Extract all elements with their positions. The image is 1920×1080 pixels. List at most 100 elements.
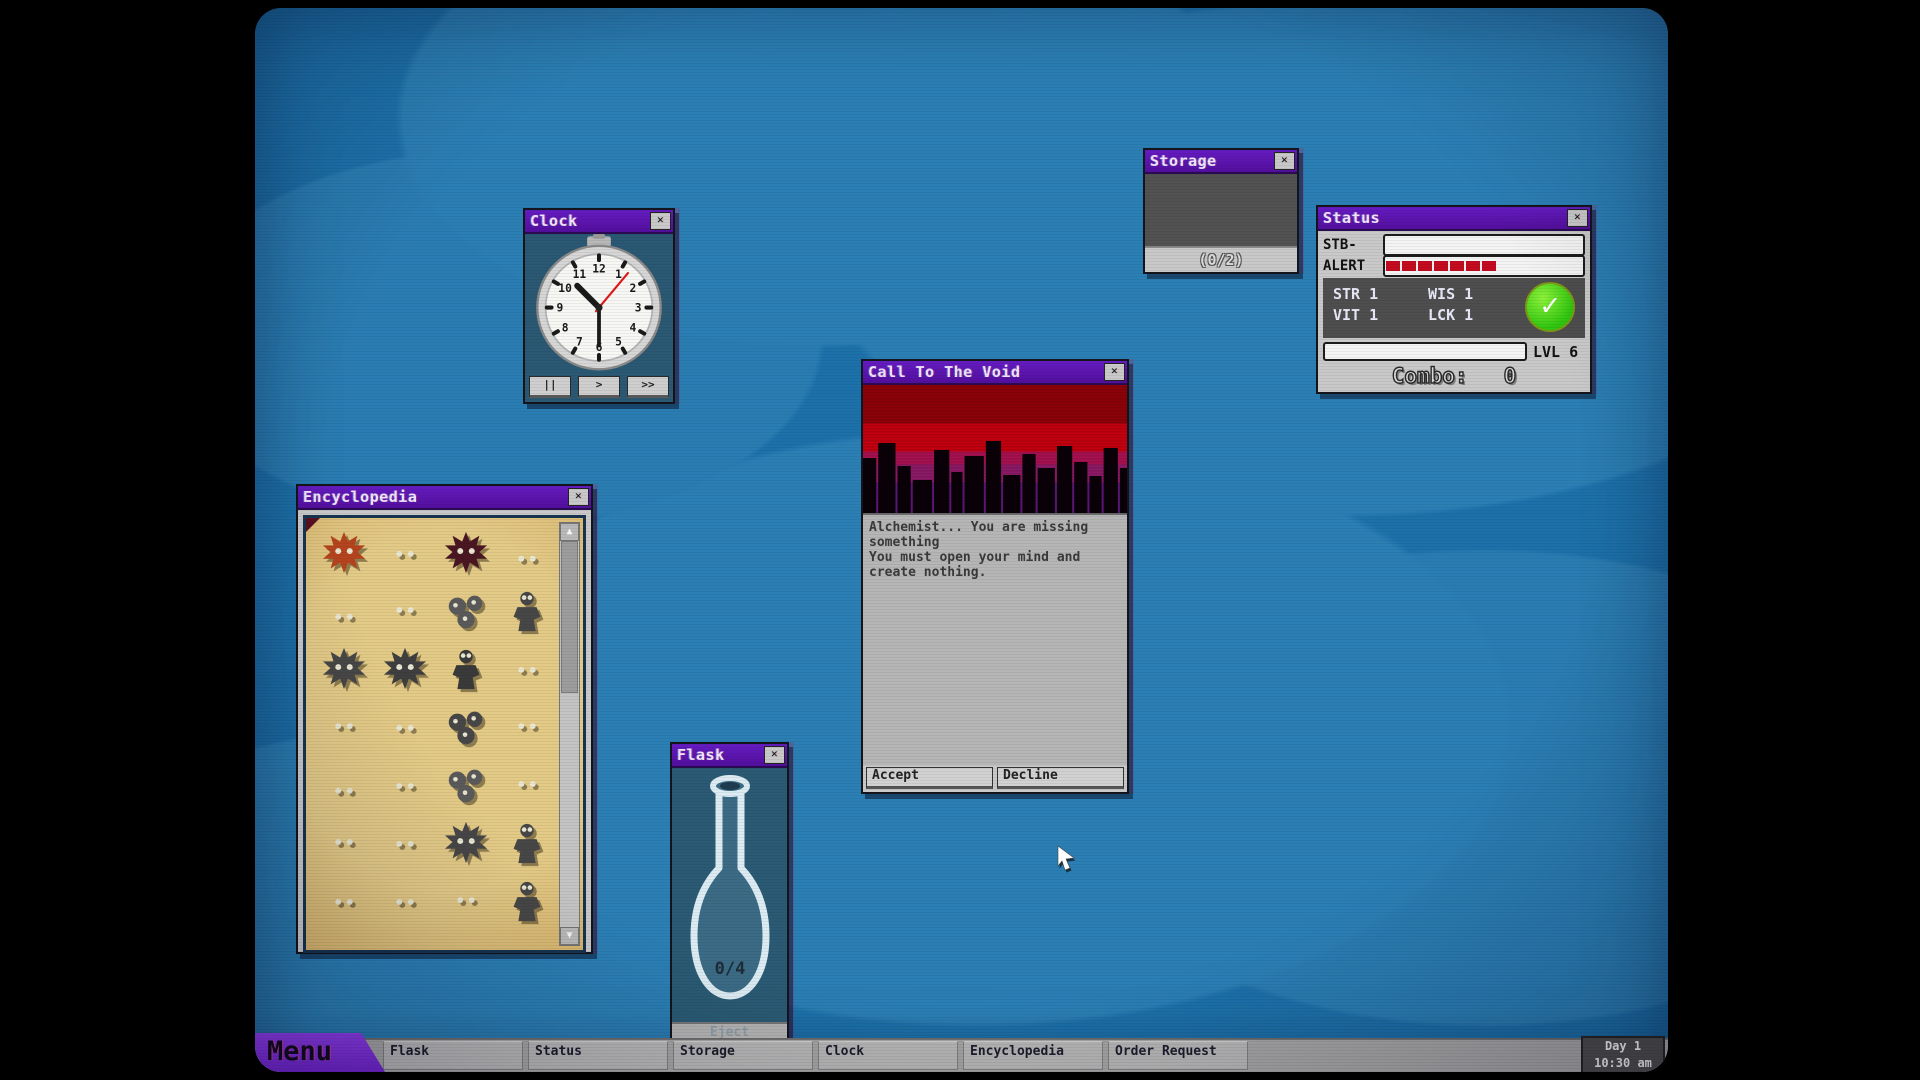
taskbar-item-storage[interactable]: Storage — [673, 1041, 813, 1070]
encyclopedia-entry[interactable] — [375, 524, 436, 582]
encyclopedia-entry[interactable] — [496, 524, 557, 582]
void-message: Alchemist... You are missing something Y… — [863, 513, 1127, 765]
encyclopedia-entry[interactable] — [375, 698, 436, 756]
play-button[interactable]: > — [578, 376, 620, 398]
scroll-down-icon[interactable]: ▼ — [560, 927, 579, 945]
encyclopedia-entry[interactable] — [436, 698, 497, 756]
encyclopedia-entry[interactable] — [375, 814, 436, 872]
window-title: Storage — [1150, 152, 1217, 170]
alert-segment — [1466, 261, 1480, 271]
analog-clock: 123456789101112 — [527, 234, 671, 374]
flask-titlebar[interactable]: Flask ✕ — [672, 744, 787, 768]
encyclopedia-entry[interactable] — [314, 640, 375, 698]
clock-titlebar[interactable]: Clock ✕ — [525, 210, 673, 234]
status-titlebar[interactable]: Status ✕ — [1318, 207, 1590, 231]
alert-segment — [1386, 261, 1400, 271]
message-line: create nothing. — [869, 565, 1121, 580]
alert-segment — [1482, 261, 1496, 271]
message-line: You must open your mind and — [869, 550, 1121, 565]
encyclopedia-entry[interactable] — [314, 872, 375, 930]
message-line: something — [869, 535, 1121, 550]
close-icon[interactable]: ✕ — [568, 488, 589, 506]
flask-image: 0/4 — [680, 768, 780, 1018]
taskbar: FlaskStatusStorageClockEncyclopediaOrder… — [255, 1038, 1668, 1072]
encyclopedia-entry[interactable] — [314, 756, 375, 814]
message-line: Alchemist... You are missing — [869, 520, 1121, 535]
encyclopedia-entry[interactable] — [436, 524, 497, 582]
storage-slots[interactable] — [1145, 174, 1297, 248]
desktop-background: Storage ✕ (0/2) Clock ✕ 123456789101112 — [255, 8, 1668, 1072]
taskbar-item-order-request[interactable]: Order Request — [1108, 1041, 1248, 1070]
close-icon[interactable]: ✕ — [1104, 363, 1125, 381]
stats-panel: STR 1 WIS 1 VIT 1 LCK 1 ✓ — [1323, 278, 1585, 338]
pause-button[interactable]: || — [529, 376, 571, 398]
encyclopedia-entry[interactable] — [375, 872, 436, 930]
svg-text:5: 5 — [615, 336, 622, 349]
clock-window: Clock ✕ 123456789101112 || > — [523, 208, 675, 404]
encyclopedia-entry[interactable] — [314, 524, 375, 582]
scroll-up-icon[interactable]: ▲ — [560, 523, 579, 541]
close-icon[interactable]: ✕ — [1274, 152, 1295, 170]
encyclopedia-entry[interactable] — [314, 698, 375, 756]
close-icon[interactable]: ✕ — [1567, 209, 1588, 227]
alert-label: ALERT — [1323, 258, 1379, 274]
combo-label: Combo: — [1392, 364, 1468, 388]
void-cityscape-image — [863, 385, 1127, 513]
scrollbar-thumb[interactable] — [561, 541, 578, 693]
encyclopedia-entry[interactable] — [375, 582, 436, 640]
combo-value: 0 — [1504, 364, 1517, 388]
encyclopedia-entry[interactable] — [314, 814, 375, 872]
taskbar-item-encyclopedia[interactable]: Encyclopedia — [963, 1041, 1103, 1070]
svg-text:9: 9 — [556, 302, 563, 315]
encyclopedia-window: Encyclopedia ✕ ▲ ▼ — [296, 484, 593, 954]
str-stat: STR 1 — [1333, 284, 1419, 305]
alert-segment — [1434, 261, 1448, 271]
encyclopedia-entry[interactable] — [496, 582, 557, 640]
stb-meter — [1383, 234, 1585, 256]
encyclopedia-entry[interactable] — [314, 582, 375, 640]
status-window: Status ✕ STB- ALERT STR 1 WIS 1 — [1316, 205, 1592, 394]
taskbar-item-clock[interactable]: Clock — [818, 1041, 958, 1070]
encyclopedia-entry[interactable] — [496, 872, 557, 930]
storage-titlebar[interactable]: Storage ✕ — [1145, 150, 1297, 174]
encyclopedia-scrollbar[interactable]: ▲ ▼ — [559, 522, 580, 946]
encyclopedia-entry[interactable] — [496, 814, 557, 872]
svg-text:4: 4 — [630, 321, 637, 334]
taskbar-item-status[interactable]: Status — [528, 1041, 668, 1070]
encyclopedia-entry[interactable] — [375, 640, 436, 698]
encyclopedia-titlebar[interactable]: Encyclopedia ✕ — [298, 486, 591, 510]
encyclopedia-entry[interactable] — [436, 814, 497, 872]
alert-segment — [1418, 261, 1432, 271]
encyclopedia-entry[interactable] — [436, 872, 497, 930]
window-title: Call To The Void — [868, 363, 1021, 381]
svg-text:1: 1 — [615, 268, 622, 281]
encyclopedia-grid — [314, 524, 557, 950]
window-title: Status — [1323, 209, 1380, 227]
menu-button[interactable]: Menu — [255, 1033, 385, 1072]
encyclopedia-entry[interactable] — [496, 756, 557, 814]
decline-button[interactable]: Decline — [997, 767, 1124, 789]
storage-window: Storage ✕ (0/2) — [1143, 148, 1299, 274]
close-icon[interactable]: ✕ — [650, 212, 671, 230]
encyclopedia-entry[interactable] — [496, 640, 557, 698]
encyclopedia-entry[interactable] — [436, 640, 497, 698]
fast-forward-button[interactable]: >> — [627, 376, 669, 398]
encyclopedia-entry[interactable] — [496, 698, 557, 756]
flask-window: Flask ✕ 0/4 Eject — [670, 742, 789, 1046]
storage-count: (0/2) — [1145, 248, 1297, 272]
encyclopedia-entry[interactable] — [436, 756, 497, 814]
encyclopedia-entry[interactable] — [375, 756, 436, 814]
void-titlebar[interactable]: Call To The Void ✕ — [863, 361, 1127, 385]
level-label: LVL 6 — [1533, 343, 1578, 361]
svg-text:8: 8 — [562, 321, 569, 334]
close-icon[interactable]: ✕ — [764, 746, 785, 764]
game-stage: Storage ✕ (0/2) Clock ✕ 123456789101112 — [0, 0, 1920, 1080]
alert-segment — [1402, 261, 1416, 271]
encyclopedia-entry[interactable] — [436, 582, 497, 640]
window-title: Clock — [530, 212, 578, 230]
stb-label: STB- — [1323, 237, 1379, 253]
taskbar-item-flask[interactable]: Flask — [383, 1041, 523, 1070]
accept-button[interactable]: Accept — [866, 767, 993, 789]
svg-text:3: 3 — [635, 302, 642, 315]
call-to-the-void-window: Call To The Void ✕ — [861, 359, 1129, 794]
